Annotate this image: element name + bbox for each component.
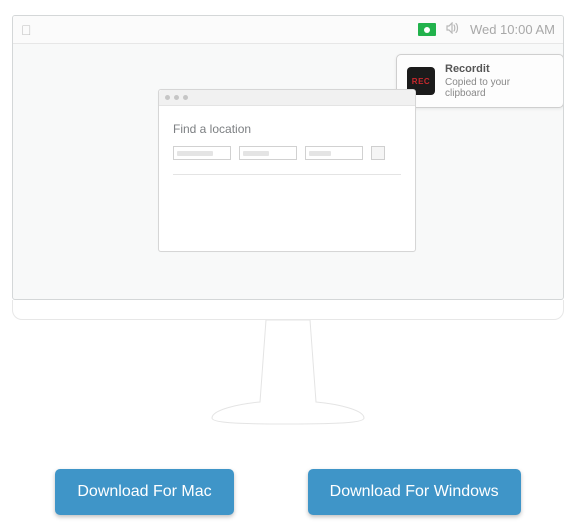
monitor-bezel (12, 300, 564, 320)
zoom-icon[interactable] (183, 95, 188, 100)
menubar-clock: Wed 10:00 AM (470, 22, 555, 37)
download-buttons: Download For Mac Download For Windows (0, 469, 576, 515)
menubar-right: Wed 10:00 AM (418, 22, 555, 37)
window-body: Find a location (159, 106, 415, 175)
monitor-stand (188, 320, 388, 425)
download-mac-button[interactable]: Download For Mac (55, 469, 233, 515)
menubar:  Wed 10:00 AM (13, 16, 563, 44)
notification-title: Recordit (445, 63, 553, 75)
location-input-3[interactable] (305, 146, 363, 160)
find-location-label: Find a location (173, 122, 401, 136)
minimize-icon[interactable] (174, 95, 179, 100)
apple-icon:  (21, 22, 32, 38)
download-windows-button[interactable]: Download For Windows (308, 469, 521, 515)
notification[interactable]: REC Recordit Copied to your clipboard (396, 54, 564, 108)
search-button[interactable] (371, 146, 385, 160)
app-window: Find a location (158, 89, 416, 252)
window-divider (173, 174, 401, 175)
notification-message: Copied to your clipboard (445, 77, 553, 99)
volume-icon (446, 22, 460, 37)
window-titlebar (159, 90, 415, 106)
record-indicator-icon[interactable] (418, 23, 436, 36)
input-row (173, 146, 401, 160)
notification-body: Recordit Copied to your clipboard (445, 63, 553, 99)
monitor-mockup:  Wed 10:00 AM REC Recordit Copied to yo… (12, 15, 564, 315)
location-input-1[interactable] (173, 146, 231, 160)
close-icon[interactable] (165, 95, 170, 100)
location-input-2[interactable] (239, 146, 297, 160)
screen:  Wed 10:00 AM REC Recordit Copied to yo… (12, 15, 564, 300)
